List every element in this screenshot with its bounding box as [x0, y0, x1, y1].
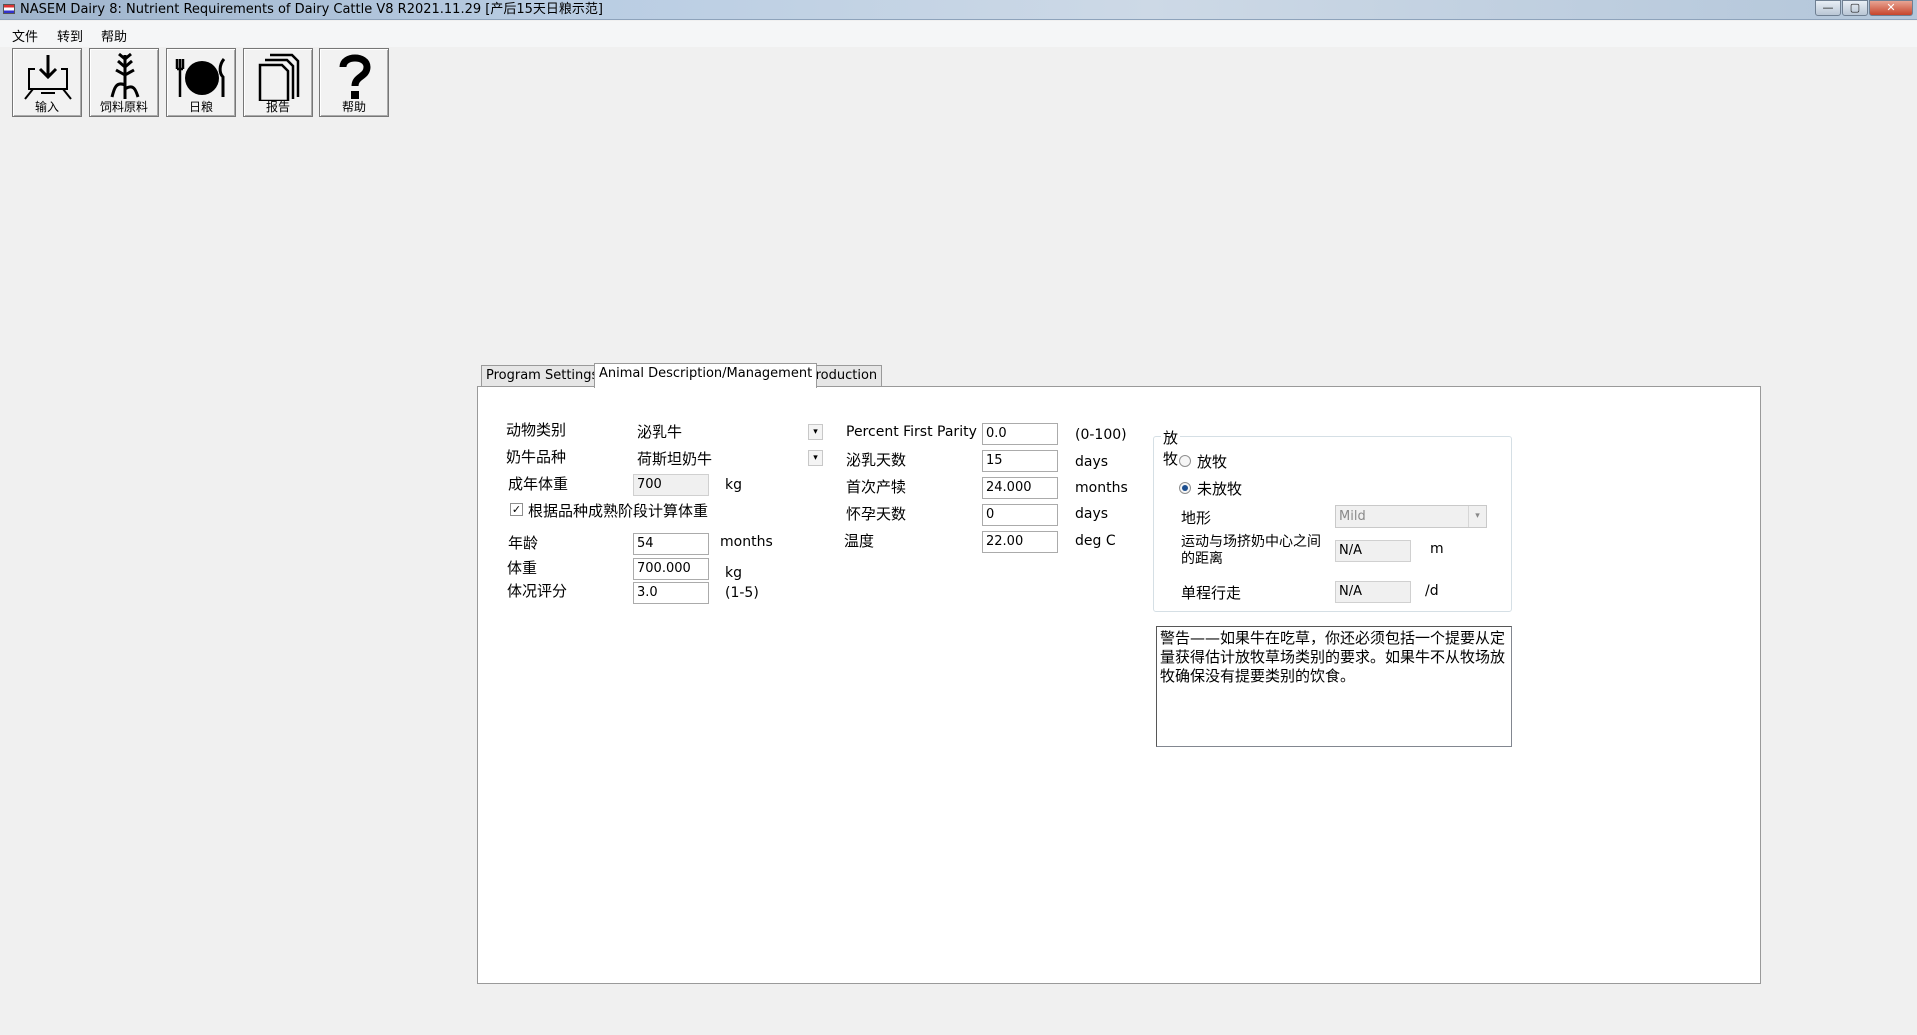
- temperature-unit: deg C: [1075, 533, 1116, 549]
- input-button-label: 输入: [34, 100, 59, 114]
- trips-label: 单程行走: [1181, 584, 1242, 602]
- first-calving-label: 首次产犊: [846, 478, 907, 496]
- dim-field[interactable]: 15: [982, 450, 1058, 472]
- mature-bw-label: 成年体重: [508, 475, 569, 493]
- percent-first-parity-field[interactable]: 0.0: [982, 423, 1058, 445]
- age-label: 年龄: [508, 534, 539, 552]
- feed-plant-icon: [110, 52, 140, 99]
- distance-label: 运动与场挤奶中心之间的距离: [1181, 534, 1321, 567]
- bw-field[interactable]: 700.000: [633, 558, 709, 580]
- terrain-value: Mild: [1339, 509, 1366, 524]
- no-graze-radio[interactable]: [1179, 482, 1191, 494]
- grazing-group-title: 放牧: [1161, 427, 1181, 469]
- help-button-label: 帮助: [341, 100, 366, 114]
- breed-select[interactable]: 荷斯坦奶牛: [637, 448, 712, 469]
- graze-radio[interactable]: [1179, 455, 1191, 467]
- report-icon: [258, 53, 300, 101]
- calc-by-breed-checkbox[interactable]: ✓: [510, 503, 523, 516]
- report-button[interactable]: 报告: [243, 48, 313, 117]
- feed-library-button-label: 饲料原料: [99, 100, 148, 114]
- terrain-label: 地形: [1181, 509, 1212, 527]
- close-icon[interactable]: ✕: [1869, 0, 1913, 16]
- percent-first-parity-label: Percent First Parity: [846, 424, 977, 440]
- temperature-field[interactable]: 22.00: [982, 531, 1058, 553]
- maximize-icon[interactable]: ▢: [1842, 0, 1868, 16]
- grazing-warning-textbox[interactable]: 警告——如果牛在吃草，你还必须包括一个提要从定量获得估计放牧草场类别的要求。如果…: [1156, 626, 1512, 747]
- help-button[interactable]: 帮助: [319, 48, 389, 117]
- dpreg-field[interactable]: 0: [982, 504, 1058, 526]
- first-calving-unit: months: [1075, 480, 1128, 496]
- dim-label: 泌乳天数: [846, 451, 907, 469]
- first-calving-field[interactable]: 24.000: [982, 477, 1058, 499]
- title-bar: NASEM Dairy 8: Nutrient Requirements of …: [0, 0, 1917, 20]
- dpreg-unit: days: [1075, 506, 1109, 522]
- temperature-label: 温度: [844, 532, 875, 550]
- terrain-select[interactable]: Mild ▾: [1335, 505, 1487, 528]
- trips-unit: /d: [1425, 583, 1439, 599]
- breed-dropdown-icon[interactable]: ▾: [808, 450, 823, 466]
- help-icon: [339, 54, 371, 99]
- dpreg-label: 怀孕天数: [846, 505, 907, 523]
- menu-bar: 文件 转到 帮助: [0, 21, 1917, 47]
- age-unit: months: [720, 534, 773, 550]
- animal-type-dropdown-icon[interactable]: ▾: [808, 424, 823, 440]
- age-field[interactable]: 54: [633, 533, 709, 555]
- tab-animal-description[interactable]: Animal Description/Management: [594, 363, 818, 388]
- bw-label: 体重: [507, 559, 538, 577]
- animal-type-label: 动物类别: [506, 421, 567, 439]
- plate-icon: [175, 58, 226, 97]
- menu-file[interactable]: 文件: [12, 26, 38, 45]
- distance-unit: m: [1430, 541, 1444, 557]
- trips-field[interactable]: N/A: [1335, 581, 1411, 603]
- input-icon: [24, 55, 72, 100]
- window-controls: — ▢ ✕: [1814, 0, 1913, 18]
- app-icon: [3, 4, 15, 14]
- feed-library-button[interactable]: 饲料原料: [89, 48, 159, 117]
- mature-bw-field[interactable]: 700: [633, 474, 709, 496]
- dim-unit: days: [1075, 454, 1109, 470]
- menu-help[interactable]: 帮助: [101, 26, 127, 45]
- diet-button-label: 日粮: [188, 100, 213, 114]
- graze-radio-label: 放牧: [1197, 453, 1228, 471]
- bcs-field[interactable]: 3.0: [633, 582, 709, 604]
- mature-bw-unit: kg: [725, 477, 742, 493]
- input-button[interactable]: 输入: [12, 48, 82, 117]
- animal-type-select[interactable]: 泌乳牛: [637, 421, 682, 442]
- window-title: NASEM Dairy 8: Nutrient Requirements of …: [20, 2, 603, 17]
- diet-button[interactable]: 日粮: [166, 48, 236, 117]
- tab-program-settings[interactable]: Program Settings: [481, 365, 604, 387]
- bw-unit: kg: [725, 565, 742, 581]
- minimize-icon[interactable]: —: [1815, 0, 1841, 16]
- menu-goto[interactable]: 转到: [57, 26, 83, 45]
- no-graze-radio-label: 未放牧: [1197, 480, 1243, 498]
- calc-by-breed-label: 根据品种成熟阶段计算体重: [528, 502, 709, 520]
- bcs-label: 体况评分: [507, 582, 568, 600]
- terrain-dropdown-icon[interactable]: ▾: [1468, 506, 1486, 527]
- report-button-label: 报告: [265, 100, 290, 114]
- breed-label: 奶牛品种: [506, 448, 567, 466]
- bcs-unit: (1-5): [725, 585, 759, 601]
- percent-first-parity-unit: (0-100): [1075, 427, 1127, 443]
- distance-field[interactable]: N/A: [1335, 540, 1411, 562]
